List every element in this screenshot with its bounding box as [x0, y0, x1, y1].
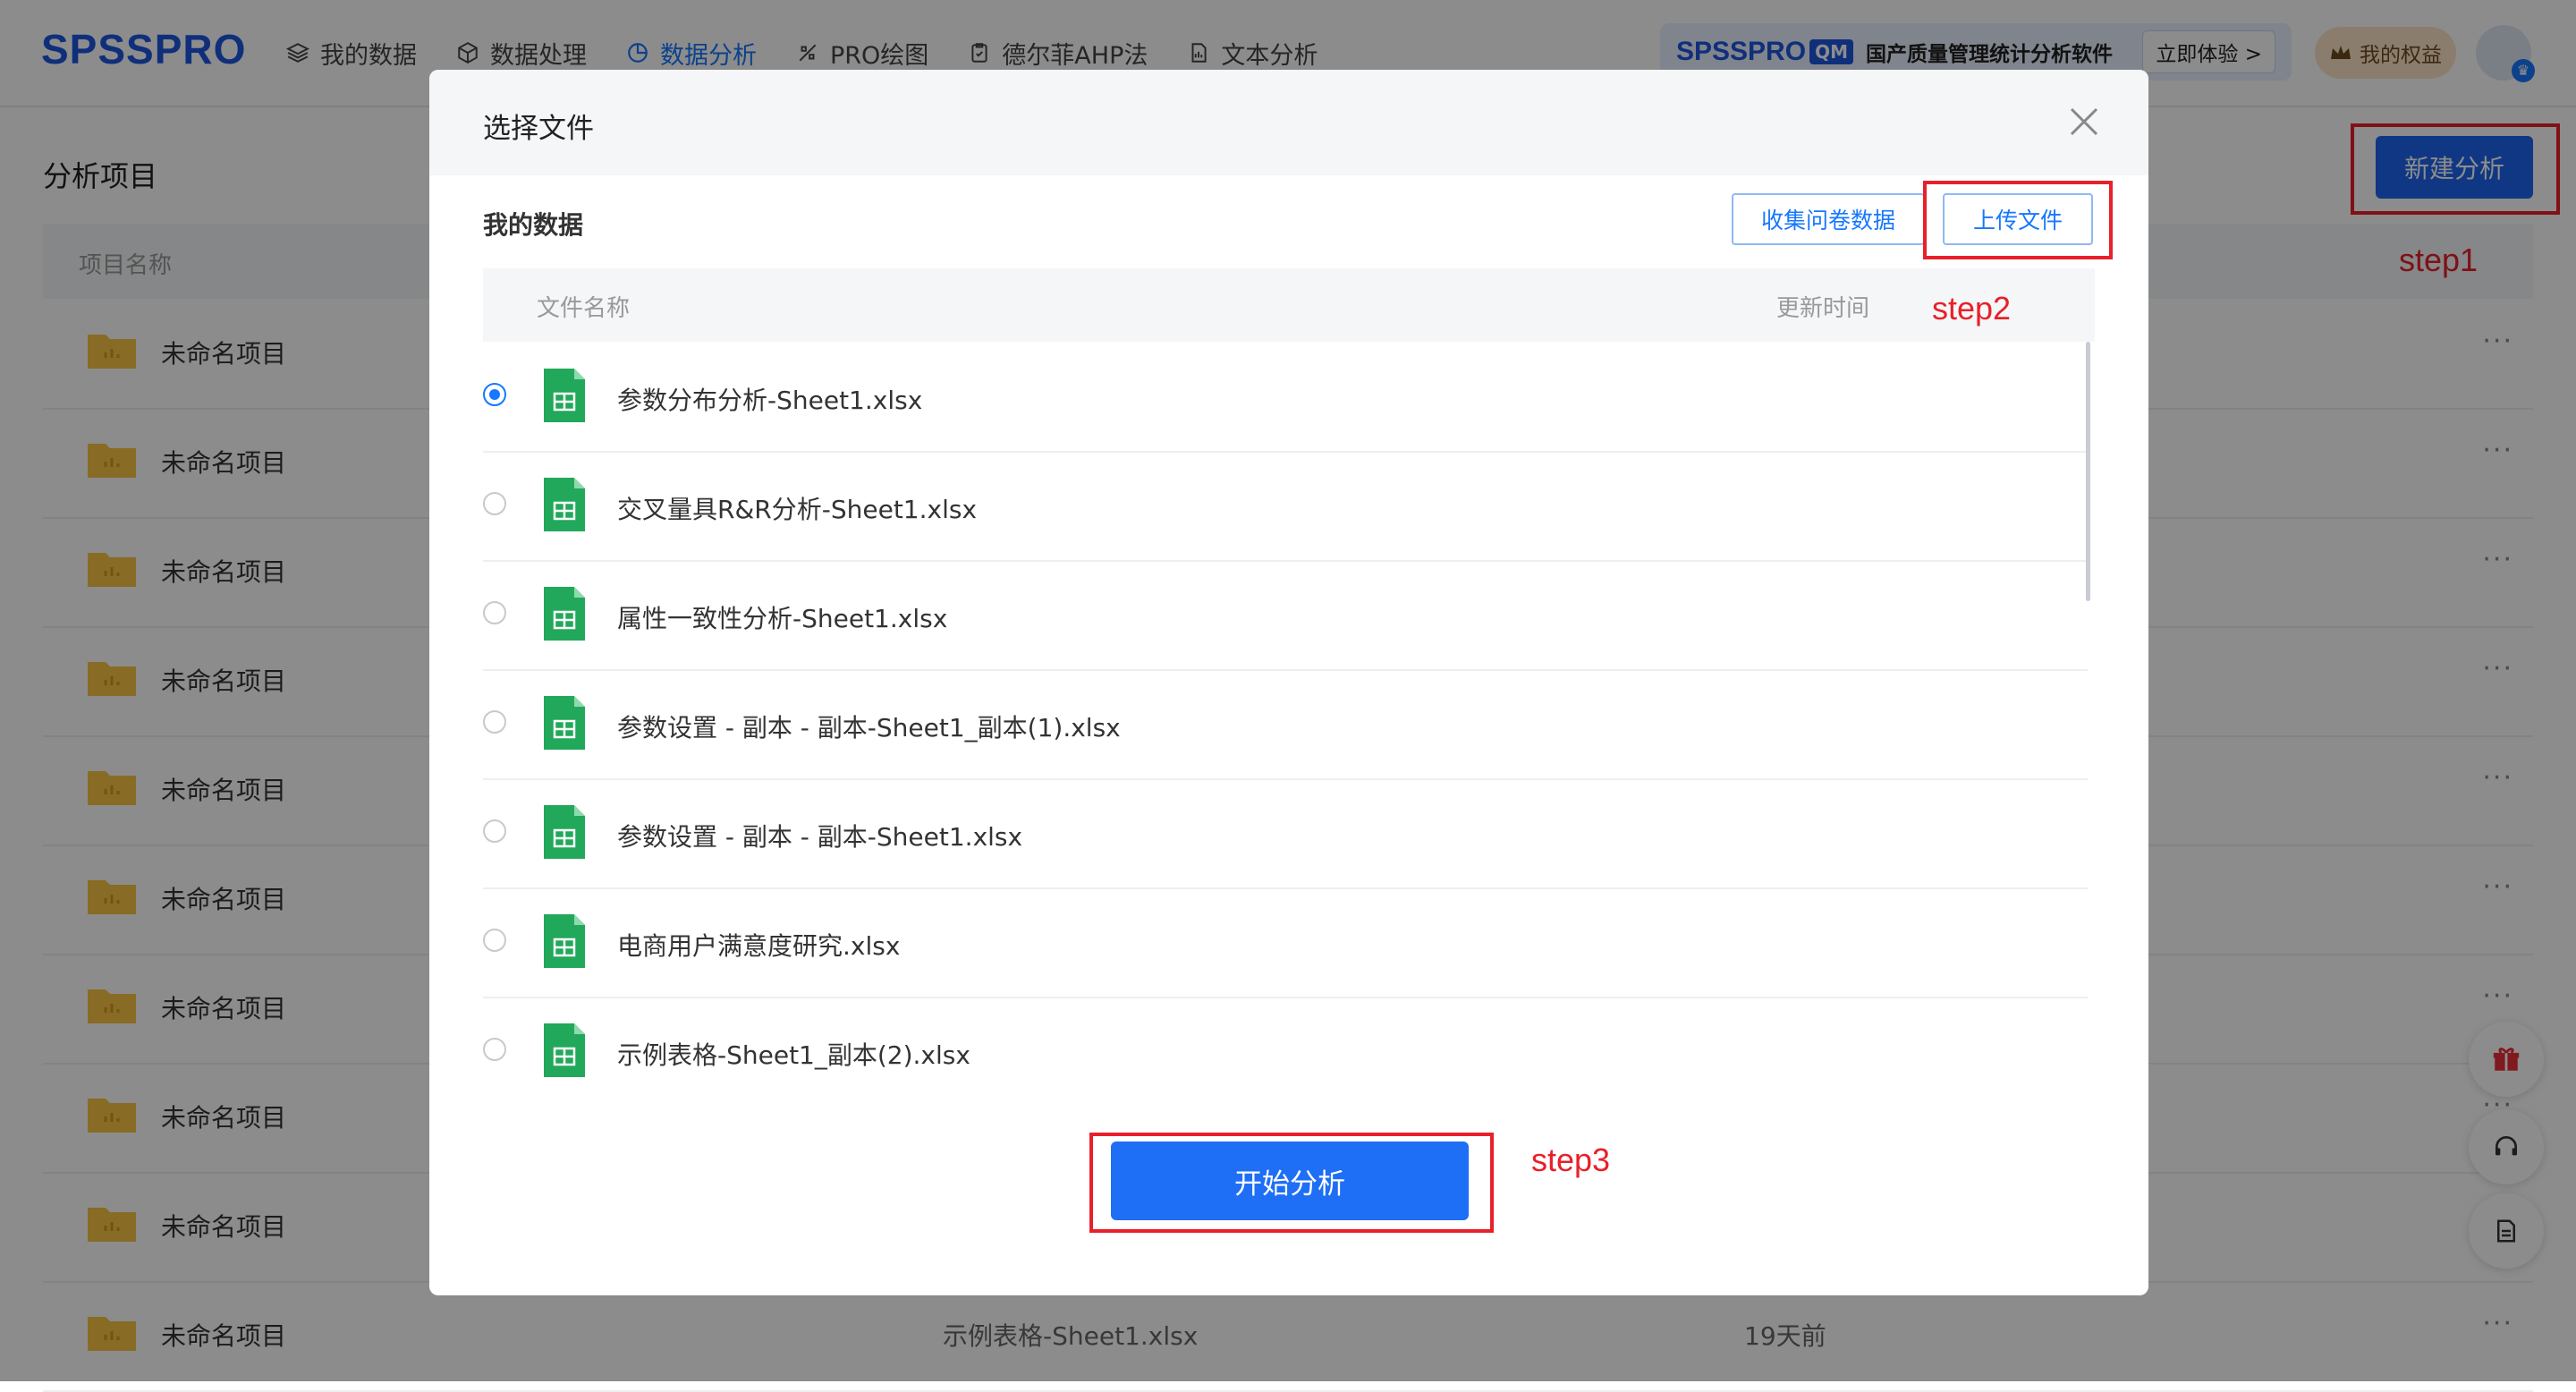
- step2-label: step2: [1932, 290, 2012, 327]
- dialog-header: 选择文件: [429, 70, 2148, 175]
- column-update-time: 更新时间: [1776, 295, 1870, 322]
- file-radio[interactable]: [483, 1038, 506, 1061]
- file-name: 交叉量具R&R分析-Sheet1.xlsx: [617, 495, 978, 524]
- spreadsheet-icon: [544, 914, 585, 968]
- file-name: 电商用户满意度研究.xlsx: [617, 931, 901, 961]
- file-row[interactable]: 示例表格-Sheet1_副本(2).xlsx: [483, 997, 2088, 1106]
- spreadsheet-icon: [544, 805, 585, 859]
- collect-survey-button[interactable]: 收集问卷数据: [1732, 193, 1925, 245]
- step3-highlight: [1089, 1133, 1494, 1233]
- step3-label: step3: [1531, 1142, 1611, 1178]
- spreadsheet-icon: [544, 587, 585, 641]
- step2-highlight: [1923, 181, 2113, 259]
- file-row[interactable]: 电商用户满意度研究.xlsx: [483, 887, 2088, 998]
- close-icon[interactable]: [2066, 104, 2102, 140]
- file-name: 属性一致性分析-Sheet1.xlsx: [617, 604, 948, 633]
- spreadsheet-icon: [544, 696, 585, 750]
- file-radio-selected[interactable]: [483, 383, 506, 406]
- file-row[interactable]: 参数设置 - 副本 - 副本-Sheet1_副本(1).xlsx: [483, 669, 2088, 780]
- file-name: 参数设置 - 副本 - 副本-Sheet1_副本(1).xlsx: [617, 713, 1121, 743]
- file-list-scrollbar[interactable]: [2086, 342, 2090, 601]
- file-radio[interactable]: [483, 819, 506, 843]
- file-row[interactable]: 参数分布分析-Sheet1.xlsx: [483, 342, 2088, 453]
- file-name: 参数分布分析-Sheet1.xlsx: [617, 386, 923, 415]
- file-radio[interactable]: [483, 710, 506, 734]
- file-row[interactable]: 参数设置 - 副本 - 副本-Sheet1.xlsx: [483, 778, 2088, 889]
- file-row[interactable]: 属性一致性分析-Sheet1.xlsx: [483, 560, 2088, 671]
- file-radio[interactable]: [483, 492, 506, 515]
- column-file-name: 文件名称: [537, 295, 631, 322]
- my-data-label: 我的数据: [483, 210, 584, 240]
- spreadsheet-icon: [544, 478, 585, 531]
- dialog-title: 选择文件: [483, 113, 594, 145]
- file-radio[interactable]: [483, 601, 506, 624]
- spreadsheet-icon: [544, 1023, 585, 1077]
- file-row[interactable]: 交叉量具R&R分析-Sheet1.xlsx: [483, 451, 2088, 562]
- file-list: 参数分布分析-Sheet1.xlsx 交叉量具R&R分析-Sheet1.xlsx…: [483, 342, 2088, 1154]
- file-table-header: 文件名称 更新时间: [483, 268, 2095, 342]
- file-name: 示例表格-Sheet1_副本(2).xlsx: [617, 1040, 970, 1070]
- select-file-dialog: 选择文件 我的数据 收集问卷数据 上传文件 文件名称 更新时间 参数分布分析-S…: [429, 70, 2148, 1295]
- file-radio[interactable]: [483, 929, 506, 952]
- file-name: 参数设置 - 副本 - 副本-Sheet1.xlsx: [617, 822, 1023, 852]
- spreadsheet-icon: [544, 369, 585, 422]
